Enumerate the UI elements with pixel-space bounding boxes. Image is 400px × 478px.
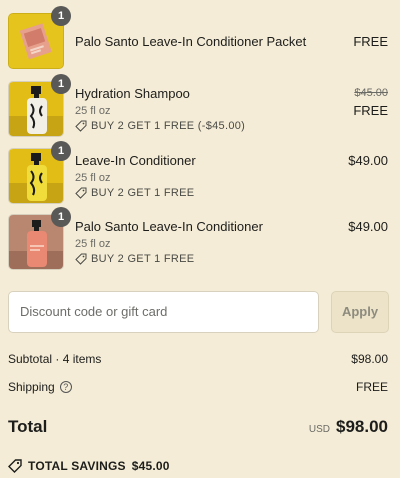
total-label: Total [8, 417, 48, 436]
shipping-label: Shipping [8, 380, 55, 394]
product-name: Hydration Shampoo [75, 86, 190, 101]
order-summary: 1 Palo Santo Leave-In Conditioner Packet… [0, 0, 400, 478]
product-price: FREE [353, 34, 388, 49]
tag-icon [8, 459, 22, 473]
promo-tag: BUY 2 GET 1 FREE (-$45.00) [75, 120, 245, 132]
line-item: 1 Hydration Shampoo 25 fl oz BUY 2 GET 1… [8, 74, 392, 139]
quantity-badge: 1 [51, 74, 71, 94]
line-item: 1 Palo Santo Leave-In Conditioner Packet… [8, 6, 392, 71]
currency-code: USD [308, 424, 330, 435]
total-amount: USD $98.00 [309, 417, 388, 437]
promo-label: BUY 2 GET 1 FREE (-$45.00) [91, 120, 246, 132]
subtotal-value: $98.00 [351, 352, 388, 366]
tag-icon [75, 187, 87, 199]
product-variant: 25 fl oz [75, 238, 111, 250]
product-variant: 25 fl oz [75, 105, 111, 117]
promo-label: BUY 2 GET 1 FREE [91, 187, 195, 199]
subtotal-row: Subtotal · 4 items $98.00 [8, 352, 388, 366]
promo-label: BUY 2 GET 1 FREE [91, 253, 195, 265]
product-price: $49.00 [348, 153, 388, 168]
line-item: 1 Palo Santo Leave-In Conditioner 25 fl … [8, 207, 392, 272]
product-variant: 25 fl oz [75, 172, 111, 184]
original-price: $45.00 [354, 87, 388, 99]
subtotal-label: Subtotal · 4 items [8, 352, 102, 366]
product-name: Palo Santo Leave-In Conditioner [75, 219, 263, 234]
savings-label: TOTAL SAVINGS [28, 459, 126, 473]
tag-icon [75, 120, 87, 132]
product-price: FREE [353, 103, 388, 118]
product-name: Palo Santo Leave-In Conditioner Packet [75, 34, 307, 49]
tag-icon [75, 253, 87, 265]
savings-value: $45.00 [131, 459, 170, 473]
product-name: Leave-In Conditioner [75, 153, 196, 168]
promo-tag: BUY 2 GET 1 FREE [75, 187, 194, 199]
total-savings: TOTAL SAVINGS $45.00 [8, 459, 170, 473]
quantity-badge: 1 [51, 6, 71, 26]
quantity-badge: 1 [51, 207, 71, 227]
product-price: $49.00 [348, 219, 388, 234]
shipping-row: Shipping ? FREE [8, 380, 388, 394]
discount-code-input[interactable]: Discount code or gift card [8, 291, 319, 333]
promo-tag: BUY 2 GET 1 FREE [75, 253, 194, 265]
help-icon[interactable]: ? [59, 381, 72, 393]
apply-discount-button[interactable]: Apply [331, 291, 389, 333]
shipping-value: FREE [355, 380, 388, 394]
total-value: $98.00 [336, 417, 388, 436]
quantity-badge: 1 [51, 141, 71, 161]
line-item: 1 Leave-In Conditioner 25 fl oz BUY 2 GE… [8, 141, 392, 206]
